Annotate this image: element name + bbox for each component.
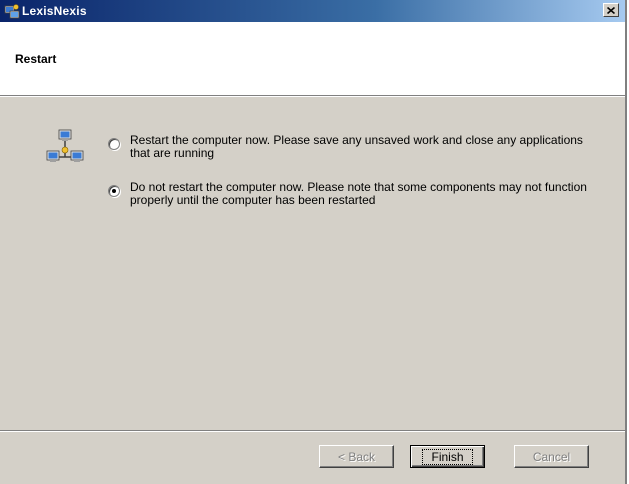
cancel-button-label: Cancel [532, 449, 571, 464]
footer-separator [0, 430, 625, 432]
finish-button-label: Finish [422, 448, 473, 465]
back-button[interactable]: < Back [319, 445, 394, 468]
page-title: Restart [15, 52, 57, 66]
option-restart-now-label: Restart the computer now. Please save an… [130, 133, 583, 160]
window-title: LexisNexis [22, 4, 87, 18]
radio-restart-later[interactable] [108, 185, 120, 197]
installer-window: LexisNexis Restart Restart the computer … [0, 0, 627, 484]
close-button[interactable] [603, 3, 619, 17]
option-restart-later-label: Do not restart the computer now. Please … [130, 180, 587, 207]
lexisnexis-app-icon [4, 4, 20, 19]
header-panel: Restart [0, 22, 625, 97]
network-computers-icon [46, 129, 84, 162]
back-button-label: < Back [337, 449, 376, 464]
close-icon [607, 6, 615, 14]
cancel-button[interactable]: Cancel [514, 445, 589, 468]
title-bar[interactable]: LexisNexis [0, 0, 625, 22]
finish-button[interactable]: Finish [410, 445, 485, 468]
radio-selected-dot [112, 189, 116, 193]
radio-restart-now[interactable] [108, 138, 120, 150]
